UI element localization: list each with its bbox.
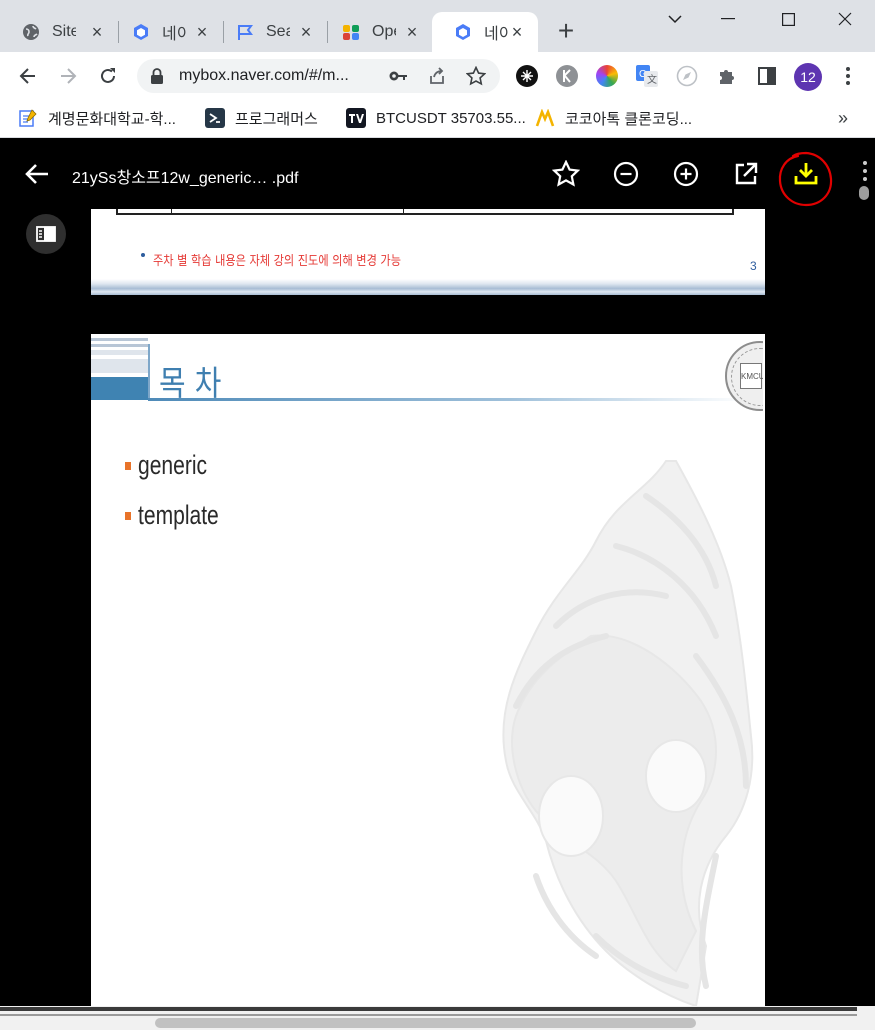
- note-bullet: [141, 253, 145, 257]
- tab-search[interactable]: Sea ×: [214, 12, 327, 52]
- favorite-star-icon[interactable]: [549, 157, 583, 191]
- bullet-text: generic: [138, 450, 208, 480]
- tab-open[interactable]: Ope ×: [320, 12, 433, 52]
- close-icon[interactable]: ×: [508, 23, 526, 41]
- bullet-marker: [125, 462, 131, 470]
- lock-icon[interactable]: [149, 67, 165, 90]
- tab-strip: Site × 네이 × Sea × Ope × 네이 × +: [0, 0, 875, 52]
- table-divider: [171, 209, 172, 215]
- close-icon[interactable]: ×: [403, 23, 421, 41]
- tab-title: Sea: [266, 23, 290, 40]
- header-underline: [148, 398, 748, 401]
- sidebar-toggle-button[interactable]: [26, 214, 66, 254]
- forward-button[interactable]: [54, 62, 82, 90]
- lion-watermark: [502, 460, 754, 1006]
- bookmark-label: BTCUSDT 35703.55...: [376, 109, 526, 127]
- tab-site[interactable]: Site ×: [0, 12, 118, 52]
- back-button[interactable]: [14, 62, 42, 90]
- bookmark-item[interactable]: BTCUSDT 35703.55...: [346, 108, 526, 128]
- nomad-icon: [535, 108, 555, 128]
- notepad-icon: [18, 108, 38, 128]
- page-heading: 목 차: [159, 364, 222, 404]
- tab-title: Ope: [372, 23, 396, 40]
- address-bar[interactable]: mybox.naver.com/#/m...: [137, 59, 500, 93]
- header-block-blue: [91, 377, 148, 400]
- bullet-marker: [125, 512, 131, 520]
- pdf-page-3: 주차 별 학습 내용은 자체 강의 진도에 의해 변경 가능 3: [91, 209, 765, 295]
- header-block: [91, 359, 148, 373]
- tab-naver-active[interactable]: 네이 ×: [432, 12, 538, 52]
- horizontal-scroll-thumb[interactable]: [155, 1018, 696, 1028]
- zoom-in-icon[interactable]: [669, 157, 703, 191]
- viewer-back-button[interactable]: [20, 157, 54, 191]
- bookmarks-bar: 계명문화대학교-학... 프로그래머스 BTCUSDT 35703.55... …: [0, 100, 875, 138]
- seal-emblem: KMCU: [740, 363, 763, 389]
- tab-title: 네이: [162, 26, 186, 43]
- pdf-viewer: 주차 별 학습 내용은 자체 강의 진도에 의해 변경 가능 3 목 차 KMC…: [0, 139, 857, 1006]
- schedule-note: 주차 별 학습 내용은 자체 강의 진도에 의해 변경 가능: [153, 254, 401, 269]
- profile-avatar[interactable]: 12: [794, 63, 822, 91]
- google-translate-icon[interactable]: G文: [636, 65, 658, 87]
- colorful-logo-icon: [342, 23, 360, 41]
- horizontal-scrollbar[interactable]: [0, 1006, 875, 1030]
- mybox-icon: [132, 23, 150, 41]
- table-divider: [403, 209, 404, 215]
- bookmark-item[interactable]: 코코아톡 클론코딩...: [535, 108, 692, 128]
- header-stripe: [91, 338, 148, 341]
- programmers-icon: [205, 108, 225, 128]
- close-icon[interactable]: ×: [88, 23, 106, 41]
- close-window-button[interactable]: [830, 6, 860, 32]
- page-number: 3: [750, 259, 757, 273]
- tab-title: Site: [52, 23, 76, 40]
- pdf-page-4: 목 차 KMCU generic template: [91, 334, 765, 1006]
- close-icon[interactable]: ×: [297, 23, 315, 41]
- star-icon[interactable]: [465, 65, 487, 91]
- url-text: mybox.naver.com/#/m...: [179, 67, 349, 84]
- new-tab-button[interactable]: +: [553, 17, 579, 45]
- compass-icon[interactable]: [676, 65, 698, 87]
- bookmark-item[interactable]: 프로그래머스: [205, 108, 318, 128]
- share-icon[interactable]: [427, 67, 447, 90]
- file-name: 21ySs창소프12w_generic… .pdf: [72, 170, 299, 187]
- flag-icon: [236, 23, 254, 41]
- extension-k-icon[interactable]: [556, 65, 578, 87]
- globe-icon: [22, 23, 40, 41]
- footer-stripes: [91, 279, 765, 295]
- extensions-puzzle-icon[interactable]: [716, 65, 738, 87]
- browser-toolbar: mybox.naver.com/#/m... G文 12: [0, 52, 875, 100]
- chrome-menu-icon[interactable]: [834, 62, 862, 90]
- bullet-text: template: [138, 500, 219, 530]
- svg-text:文: 文: [647, 73, 657, 86]
- minimize-button[interactable]: [713, 6, 743, 32]
- key-icon[interactable]: [388, 67, 408, 90]
- reload-button[interactable]: [94, 62, 122, 90]
- vertical-scrollbar[interactable]: [857, 139, 875, 1006]
- mybox-icon: [454, 23, 472, 41]
- bookmark-label: 계명문화대학교-학...: [48, 110, 176, 128]
- bookmark-label: 코코아톡 클론코딩...: [565, 110, 693, 128]
- tradingview-icon: [346, 108, 366, 128]
- tab-naver-1[interactable]: 네이 ×: [110, 12, 223, 52]
- maximize-button[interactable]: [773, 6, 803, 32]
- table-bottom: [116, 209, 734, 215]
- university-seal: KMCU: [723, 340, 763, 414]
- header-stripe: [91, 350, 148, 355]
- tab-title: 네이: [484, 26, 508, 43]
- viewer-header: 21ySs창소프12w_generic… .pdf: [0, 139, 857, 209]
- bookmark-item[interactable]: 계명문화대학교-학...: [18, 108, 176, 128]
- header-vline: [148, 344, 150, 400]
- zoom-out-icon[interactable]: [609, 157, 643, 191]
- tab-search-dropdown-icon[interactable]: [660, 6, 690, 32]
- extension-lens-icon[interactable]: [516, 65, 538, 87]
- open-external-icon[interactable]: [729, 157, 763, 191]
- vertical-scroll-thumb[interactable]: [859, 186, 869, 200]
- bookmark-label: 프로그래머스: [235, 110, 318, 128]
- annotation-circle: [778, 151, 833, 207]
- bookmarks-overflow-button[interactable]: »: [838, 108, 848, 129]
- close-icon[interactable]: ×: [193, 23, 211, 41]
- side-panel-icon[interactable]: [756, 65, 778, 87]
- extension-color-wheel-icon[interactable]: [596, 65, 618, 87]
- header-stripe: [91, 344, 148, 347]
